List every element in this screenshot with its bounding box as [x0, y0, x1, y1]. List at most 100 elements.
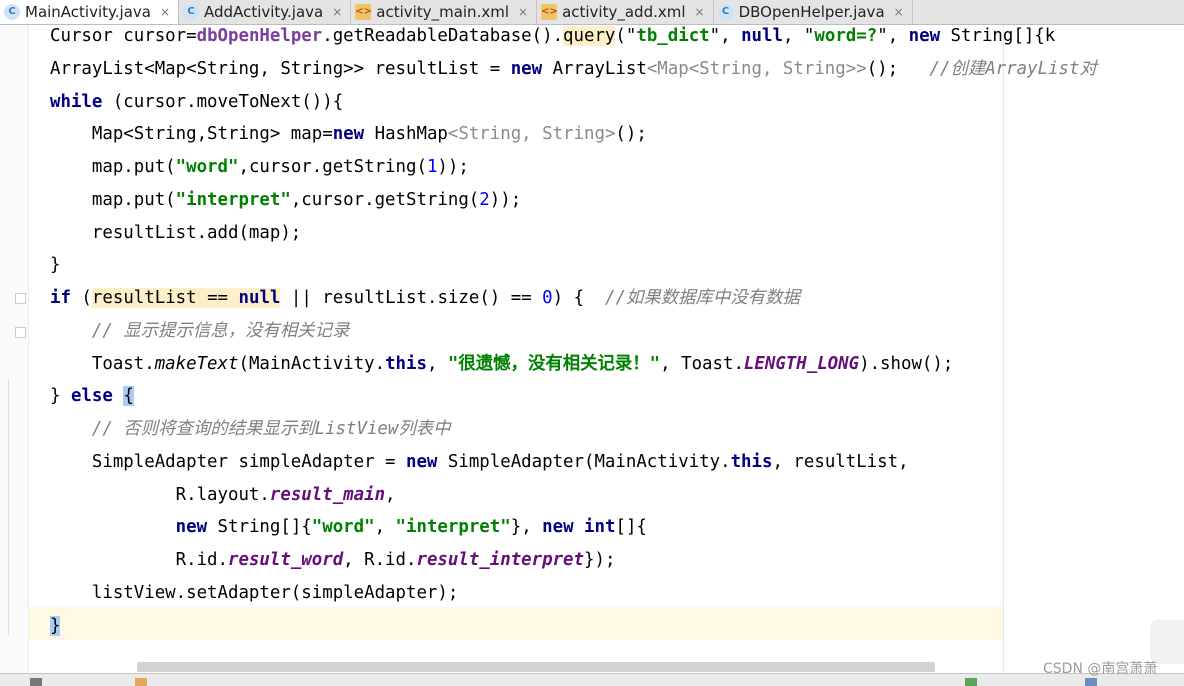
code-token: String[]{: [207, 517, 312, 538]
code-line: ArrayList<Map<String, String>> resultLis…: [50, 53, 1097, 86]
code-token: //创建ArrayList对: [929, 58, 1097, 79]
code-token: resultList ==: [91, 288, 239, 308]
code-token: resultList.add(map);: [50, 222, 302, 243]
code-token: map.put(: [50, 189, 176, 210]
close-tab-icon[interactable]: ×: [695, 5, 705, 19]
code-token: , R.id.: [343, 550, 417, 570]
code-token: ,: [374, 517, 396, 538]
code-token: <String, String>: [447, 124, 616, 145]
code-token: 1: [426, 157, 438, 177]
code-token: LENGTH_LONG: [743, 353, 860, 374]
tab-label: activity_main.xml: [376, 3, 509, 21]
code-line: Map<String,String> map=new HashMap<Strin…: [50, 118, 1097, 151]
editor-gutter[interactable]: [0, 25, 29, 673]
code-token: String[]{k: [940, 26, 1056, 46]
code-token: }: [50, 615, 61, 636]
code-token: R.id.: [50, 550, 228, 570]
code-line: listView.setAdapter(simpleAdapter);: [50, 577, 1097, 610]
code-token: ();: [866, 58, 930, 79]
close-tab-icon[interactable]: ×: [160, 5, 170, 19]
code-token: word=?: [814, 26, 878, 46]
code-token: ) {: [552, 288, 605, 308]
code-token: new: [175, 517, 208, 538]
close-tab-icon[interactable]: ×: [332, 5, 342, 19]
code-token: SimpleAdapter(MainActivity.: [437, 451, 731, 472]
close-tab-icon[interactable]: ×: [894, 5, 904, 19]
code-line: } else {: [50, 380, 1097, 413]
code-token: "word": [311, 517, 375, 538]
code-token: new: [908, 26, 941, 46]
code-token: // 显示提示信息，没有相关记录: [91, 320, 350, 341]
code-line: Toast.makeText(MainActivity.this, "很遗憾，没…: [50, 348, 1097, 381]
code-line: // 否则将查询的结果显示到ListView列表中: [50, 413, 1097, 446]
close-tab-icon[interactable]: ×: [518, 5, 528, 19]
code-line: map.put("interpret",cursor.getString(2))…: [50, 184, 1097, 217]
code-token: || resultList.size() ==: [280, 288, 543, 308]
fold-marker-icon[interactable]: [15, 293, 26, 304]
code-line: // 显示提示信息，没有相关记录: [50, 315, 1097, 348]
code-editor[interactable]: Cursor cursor=dbOpenHelper.getReadableDa…: [50, 20, 1097, 642]
code-token: new: [405, 451, 438, 472]
tab-label: activity_add.xml: [562, 3, 686, 21]
code-line: map.put("word",cursor.getString(1));: [50, 151, 1097, 184]
code-token: (: [70, 288, 92, 308]
code-token: Toast.: [50, 353, 155, 374]
code-token: , ": [782, 26, 815, 46]
code-token: , resultList,: [772, 451, 909, 472]
code-token: .getReadableDatabase().: [322, 26, 564, 46]
code-line: }: [50, 610, 1097, 643]
code-token: "interpret": [175, 189, 291, 210]
code-token: ,: [426, 353, 448, 374]
code-token: 2: [479, 189, 490, 210]
code-token: new: [510, 58, 543, 79]
code-token: ));: [437, 157, 469, 177]
code-token: SimpleAdapter simpleAdapter =: [50, 451, 406, 472]
code-token: null: [238, 288, 281, 308]
java-class-icon: C: [183, 4, 200, 20]
code-token: this: [385, 353, 427, 374]
fold-marker-icon[interactable]: [15, 327, 26, 338]
code-line: }: [50, 249, 1097, 282]
code-token: new: [332, 124, 365, 145]
code-token: ,cursor.getString(: [290, 189, 480, 210]
xml-layout-icon: <>: [541, 4, 558, 20]
code-token: dbOpenHelper: [196, 26, 323, 46]
code-token: , Toast.: [660, 353, 744, 374]
code-token: (cursor.moveToNext()){: [102, 91, 344, 112]
code-token: 0: [542, 288, 553, 308]
code-line: R.id.result_word, R.id.result_interpret}…: [50, 544, 1097, 577]
tab-label: MainActivity.java: [25, 3, 151, 21]
code-line: new String[]{"word", "interpret"}, new i…: [50, 511, 1097, 544]
code-token: result_main: [269, 484, 386, 505]
code-token: makeText: [154, 353, 239, 374]
code-token: },: [510, 517, 543, 538]
code-token: });: [584, 550, 616, 570]
watermark: CSDN @南宫萧萧: [1043, 661, 1158, 677]
code-token: ",: [709, 26, 742, 46]
code-token: "interpret": [395, 517, 511, 538]
code-token: Map<String,String> map=: [50, 124, 333, 145]
tab-label: DBOpenHelper.java: [738, 3, 885, 21]
bottom-tool-window-bar: [0, 673, 1184, 686]
code-token: ",: [877, 26, 909, 46]
code-token: ));: [489, 189, 522, 210]
indent-guide: [8, 380, 9, 635]
code-token: "word": [175, 157, 239, 177]
code-line: while (cursor.moveToNext()){: [50, 86, 1097, 119]
java-class-icon: C: [4, 4, 20, 20]
code-token: map.put(: [50, 157, 176, 177]
code-line: R.layout.result_main,: [50, 479, 1097, 512]
code-line: resultList.add(map);: [50, 217, 1097, 250]
code-line: if (resultList == null || resultList.siz…: [50, 282, 1097, 315]
code-token: // 否则将查询的结果显示到ListView列表中: [91, 419, 451, 439]
code-token: int: [584, 517, 616, 538]
code-token: R.layout.: [50, 484, 270, 505]
java-class-icon: C: [717, 4, 734, 20]
code-token: result_word: [228, 550, 344, 570]
horizontal-scrollbar[interactable]: [137, 662, 935, 672]
code-token: {: [123, 386, 134, 407]
